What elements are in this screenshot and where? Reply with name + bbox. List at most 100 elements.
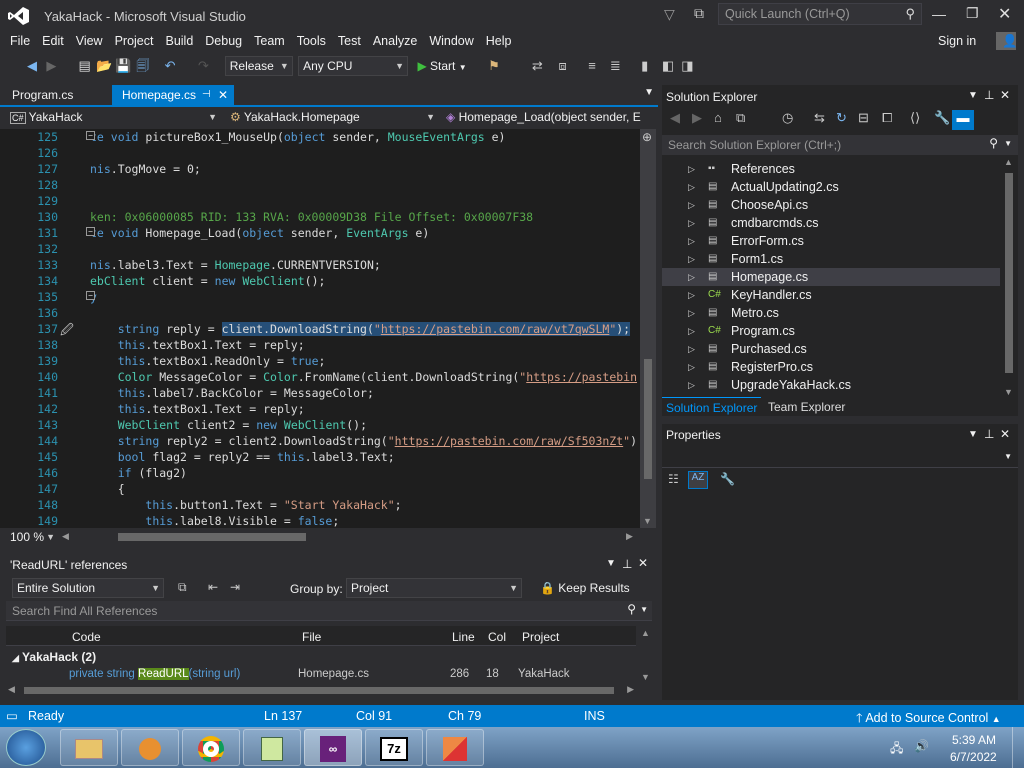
code-line[interactable]: 147 {	[0, 481, 640, 497]
code-text[interactable]: nis.label3.Text = Homepage.CURRENTVERSIO…	[90, 257, 381, 273]
refresh-icon[interactable]: ↻	[836, 110, 847, 126]
collapse-all-icon[interactable]: ⇥	[230, 580, 240, 594]
menu-tools[interactable]: Tools	[291, 32, 332, 50]
code-line[interactable]: 140 Color MessageColor = Color.FromName(…	[0, 369, 640, 385]
code-line[interactable]: 129	[0, 193, 640, 209]
code-line[interactable]: 128	[0, 177, 640, 193]
tree-item[interactable]: ▷ C# Program.cs	[662, 322, 1000, 340]
fold-collapse-icon[interactable]: −	[86, 227, 95, 236]
expand-icon[interactable]: ▷	[688, 286, 695, 304]
switch-views-icon[interactable]: ⧉	[736, 110, 745, 126]
menu-window[interactable]: Window	[423, 32, 479, 50]
open-file-icon[interactable]: 📂	[96, 58, 112, 74]
col-project[interactable]: Project	[522, 630, 559, 644]
account-icon[interactable]: 👤	[996, 32, 1018, 50]
code-line[interactable]: 132	[0, 241, 640, 257]
scroll-right-icon[interactable]: ▶	[626, 531, 633, 542]
tree-item[interactable]: ▷ ▤ Form1.cs	[662, 250, 1000, 268]
code-line[interactable]: 145 bool flag2 = reply2 == this.label3.T…	[0, 449, 640, 465]
expand-all-icon[interactable]: ⇤	[208, 580, 218, 594]
sync-icon[interactable]: ⇆	[814, 110, 825, 126]
back-icon[interactable]: ◀	[24, 58, 40, 74]
sign-in-link[interactable]: Sign in	[932, 32, 982, 50]
scrollbar-thumb[interactable]	[644, 359, 652, 479]
col-col[interactable]: Col	[488, 630, 506, 644]
code-line[interactable]: 149 this.label8.Visible = false;	[0, 513, 640, 528]
menu-project[interactable]: Project	[109, 32, 160, 50]
group-by-select[interactable]: Project ▼	[346, 578, 522, 598]
find-in-files-icon[interactable]: ⚑	[486, 58, 502, 74]
tray-network-icon[interactable]: 🖧	[890, 739, 903, 760]
se-vertical-scrollbar[interactable]: ▲ ▼	[1002, 157, 1016, 397]
code-text[interactable]: te void Homepage_Load(object sender, Eve…	[90, 225, 429, 241]
code-line[interactable]: 146 if (flag2)	[0, 465, 640, 481]
pin-icon[interactable]: ⊥	[984, 88, 994, 102]
zoom-select[interactable]: 100 % ▼	[6, 528, 58, 548]
expand-icon[interactable]: ▷	[688, 196, 695, 214]
horizontal-scrollbar-thumb[interactable]	[118, 533, 306, 541]
forward-icon[interactable]: ▶	[43, 58, 59, 74]
platform-select[interactable]: Any CPU ▼	[298, 56, 409, 76]
code-text[interactable]: Color MessageColor = Color.FromName(clie…	[90, 369, 637, 385]
close-icon[interactable]: ✕	[1000, 88, 1010, 102]
menu-build[interactable]: Build	[159, 32, 199, 50]
menu-view[interactable]: View	[70, 32, 109, 50]
code-text[interactable]: nis.TogMove = 0;	[90, 161, 201, 177]
close-icon[interactable]: ✕	[1000, 427, 1010, 441]
menu-edit[interactable]: Edit	[36, 32, 70, 50]
code-line[interactable]: 138 this.textBox1.Text = reply;	[0, 337, 640, 353]
col-code[interactable]: Code	[72, 630, 101, 644]
redo-icon[interactable]: ↷	[195, 58, 211, 74]
code-line[interactable]: 134 ebClient client = new WebClient();	[0, 273, 640, 289]
menu-debug[interactable]: Debug	[199, 32, 248, 50]
office-taskbar-icon[interactable]	[426, 729, 484, 766]
code-text[interactable]: ebClient client = new WebClient();	[90, 273, 325, 289]
expand-icon[interactable]: ▷	[688, 214, 695, 232]
expand-icon[interactable]: ▷	[688, 376, 695, 394]
fold-collapse-icon[interactable]: −	[86, 291, 95, 300]
code-text[interactable]: this.button1.Text = "Start YakaHack";	[90, 497, 401, 513]
code-text[interactable]: if (flag2)	[90, 465, 187, 481]
start-orb-icon[interactable]	[6, 729, 46, 766]
tree-item[interactable]: ▷ ▤ Metro.cs	[662, 304, 1000, 322]
notepad-taskbar-icon[interactable]	[243, 729, 301, 766]
maximize-button[interactable]: ❐	[966, 5, 979, 22]
minimize-button[interactable]: —	[932, 6, 946, 22]
tab-overflow-icon[interactable]: ▼	[644, 87, 654, 98]
expand-icon[interactable]: ▷	[688, 268, 695, 286]
expand-icon[interactable]: ▷	[688, 232, 695, 250]
expand-icon[interactable]: ▷	[688, 358, 695, 376]
results-vertical-scrollbar[interactable]: ▲ ▼	[638, 626, 654, 684]
preview-icon[interactable]: ▬	[952, 110, 974, 130]
expand-icon[interactable]: ▷	[688, 160, 695, 178]
menu-team[interactable]: Team	[248, 32, 291, 50]
close-button[interactable]: ✕	[998, 4, 1011, 24]
tree-item[interactable]: ▷ ▤ ChooseApi.cs	[662, 196, 1000, 214]
panel-menu-icon[interactable]: ▼	[606, 558, 616, 569]
code-line[interactable]: 131 te void Homepage_Load(object sender, …	[0, 225, 640, 241]
expand-icon[interactable]: ▷	[688, 322, 695, 340]
code-text[interactable]: WebClient client2 = new WebClient();	[90, 417, 367, 433]
tree-item[interactable]: ▷ ▤ UpgradeYakaHack.cs	[662, 376, 1000, 394]
tab-program-cs[interactable]: Program.cs	[2, 85, 83, 105]
tab-team-explorer[interactable]: Team Explorer	[764, 397, 849, 417]
menu-file[interactable]: File	[4, 32, 36, 50]
alphabetical-icon[interactable]: AZ	[688, 471, 708, 489]
expand-icon[interactable]: ▷	[688, 178, 695, 196]
filter-icon[interactable]: ▽	[664, 6, 675, 23]
col-line[interactable]: Line	[452, 630, 475, 644]
code-line[interactable]: 137 string reply = client.DownloadString…	[0, 321, 640, 337]
code-text[interactable]: string reply = client.DownloadString("ht…	[90, 321, 631, 337]
code-line[interactable]: 139 this.textBox1.ReadOnly = true;	[0, 353, 640, 369]
code-text[interactable]: this.label7.BackColor = MessageColor;	[90, 385, 374, 401]
home-icon[interactable]: ⌂	[714, 110, 722, 125]
code-text[interactable]: this.textBox1.Text = reply;	[90, 401, 305, 417]
menu-analyze[interactable]: Analyze	[367, 32, 423, 50]
col-file[interactable]: File	[302, 630, 321, 644]
scroll-down-icon[interactable]: ▼	[643, 516, 652, 526]
code-editor[interactable]: 125 te void pictureBox1_MouseUp(object se…	[0, 129, 640, 528]
result-row[interactable]: private string ReadURL(string url) Homep…	[6, 668, 636, 682]
expand-icon[interactable]: ▷	[688, 250, 695, 268]
property-pages-icon[interactable]: 🔧	[720, 472, 735, 486]
save-all-icon[interactable]: 🗐	[135, 58, 151, 74]
